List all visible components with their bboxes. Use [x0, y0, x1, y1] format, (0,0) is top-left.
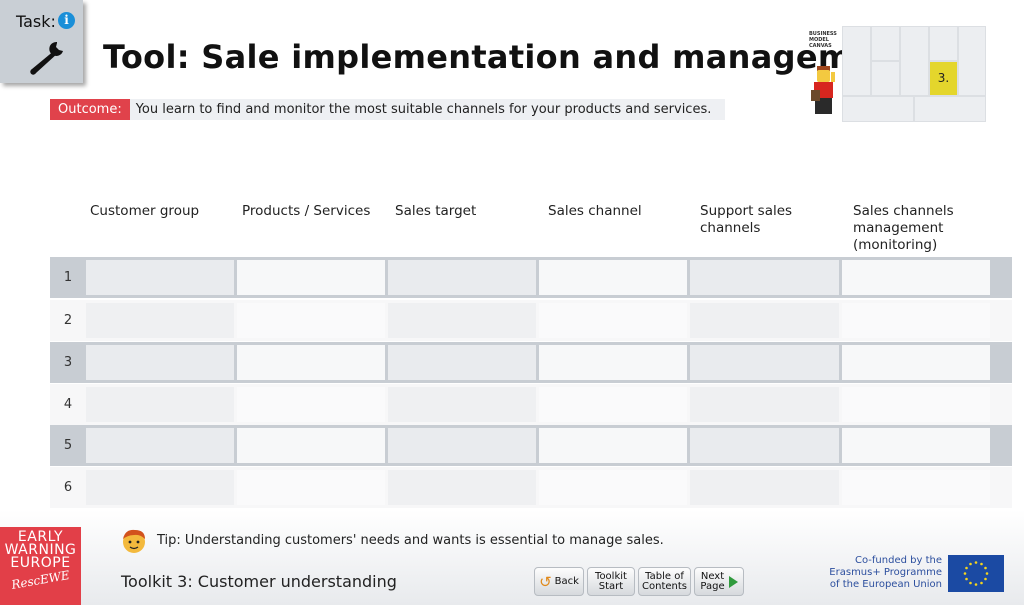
back-button[interactable]: ↺ Back [534, 567, 584, 596]
table-cell-input[interactable] [690, 345, 839, 380]
lego-figure-icon [811, 66, 835, 114]
info-icon[interactable]: i [58, 12, 75, 29]
table-cell-input[interactable] [86, 260, 234, 295]
table-cell-input[interactable] [842, 470, 990, 505]
table-cell-input[interactable] [86, 428, 234, 463]
column-header-sales-channel: Sales channel [548, 203, 642, 219]
row-number: 6 [63, 480, 73, 495]
table-of-contents-button[interactable]: Table of Contents [638, 567, 691, 596]
task-label: Task: [16, 12, 56, 31]
canvas-grid: 3. [842, 26, 986, 122]
table-cell-input[interactable] [237, 345, 385, 380]
table-cell-input[interactable] [388, 428, 536, 463]
table-cell-input[interactable] [86, 345, 234, 380]
outcome-text: You learn to find and monitor the most s… [129, 99, 726, 120]
canvas-label: BUSINESS MODEL CANVAS [809, 31, 837, 49]
table-cell-input[interactable] [388, 303, 536, 338]
table-cell-input[interactable] [86, 387, 234, 422]
table-cell-input[interactable] [539, 428, 687, 463]
business-model-canvas-thumbnail[interactable]: BUSINESS MODEL CANVAS 3. [806, 26, 986, 122]
table-cell-input[interactable] [690, 428, 839, 463]
table-row: 2 [50, 300, 1012, 341]
table-row: 4 [50, 384, 1012, 425]
table-cell-input[interactable] [86, 303, 234, 338]
table-cell-input[interactable] [539, 260, 687, 295]
column-header-sales-channels-management: Sales channels management (monitoring) [853, 203, 954, 253]
table-cell-input[interactable] [237, 303, 385, 338]
table-cell-input[interactable] [842, 345, 990, 380]
table-cell-input[interactable] [237, 387, 385, 422]
tip-text: Tip: Understanding customers' needs and … [157, 533, 664, 548]
column-header-products-services: Products / Services [242, 203, 371, 219]
table-cell-input[interactable] [86, 470, 234, 505]
table-cell-input[interactable] [237, 260, 385, 295]
next-page-button[interactable]: Next Page [694, 567, 744, 596]
table-cell-input[interactable] [539, 303, 687, 338]
table-cell-input[interactable] [388, 470, 536, 505]
row-number: 1 [63, 270, 73, 285]
table-row: 3 [50, 342, 1012, 383]
table-cell-input[interactable] [690, 470, 839, 505]
outcome-banner: Outcome: You learn to find and monitor t… [50, 99, 726, 120]
table-cell-input[interactable] [842, 303, 990, 338]
table-row: 6 [50, 467, 1012, 508]
canvas-block-channels: 3. [930, 62, 957, 95]
table-cell-input[interactable] [690, 387, 839, 422]
column-header-customer-group: Customer group [90, 203, 200, 219]
table-cell-input[interactable] [690, 303, 839, 338]
toolkit-title: Toolkit 3: Customer understanding [121, 572, 397, 591]
tip-avatar-icon [123, 529, 145, 553]
row-number: 4 [63, 397, 73, 412]
column-header-support-sales-channels: Support sales channels [700, 203, 793, 236]
eu-flag-icon [948, 555, 1004, 592]
page-title: Tool: Sale implementation and management [103, 38, 913, 76]
table-cell-input[interactable] [388, 345, 536, 380]
table-cell-input[interactable] [388, 260, 536, 295]
table-cell-input[interactable] [842, 428, 990, 463]
back-arrow-icon: ↺ [539, 572, 552, 591]
table-cell-input[interactable] [237, 470, 385, 505]
outcome-tag: Outcome: [50, 99, 130, 120]
toolkit-start-button[interactable]: Toolkit Start [587, 567, 635, 596]
table-cell-input[interactable] [388, 387, 536, 422]
row-number: 3 [63, 355, 73, 370]
table-cell-input[interactable] [539, 470, 687, 505]
column-header-sales-target: Sales target [395, 203, 477, 219]
task-badge: Task: i [0, 0, 83, 83]
table-cell-input[interactable] [842, 387, 990, 422]
row-number: 2 [63, 313, 73, 328]
table-row: 5 [50, 425, 1012, 466]
table-cell-input[interactable] [539, 387, 687, 422]
wrench-icon [30, 41, 63, 75]
table-row: 1 [50, 257, 1012, 298]
table-cell-input[interactable] [842, 260, 990, 295]
early-warning-europe-logo: EARLY WARNING EUROPE RescEWE [0, 527, 81, 605]
table-cell-input[interactable] [237, 428, 385, 463]
table-cell-input[interactable] [539, 345, 687, 380]
table-cell-input[interactable] [690, 260, 839, 295]
cofunded-text: Co-funded by the Erasmus+ Programme of t… [829, 555, 942, 590]
next-arrow-icon [728, 575, 738, 588]
row-number: 5 [63, 438, 73, 453]
